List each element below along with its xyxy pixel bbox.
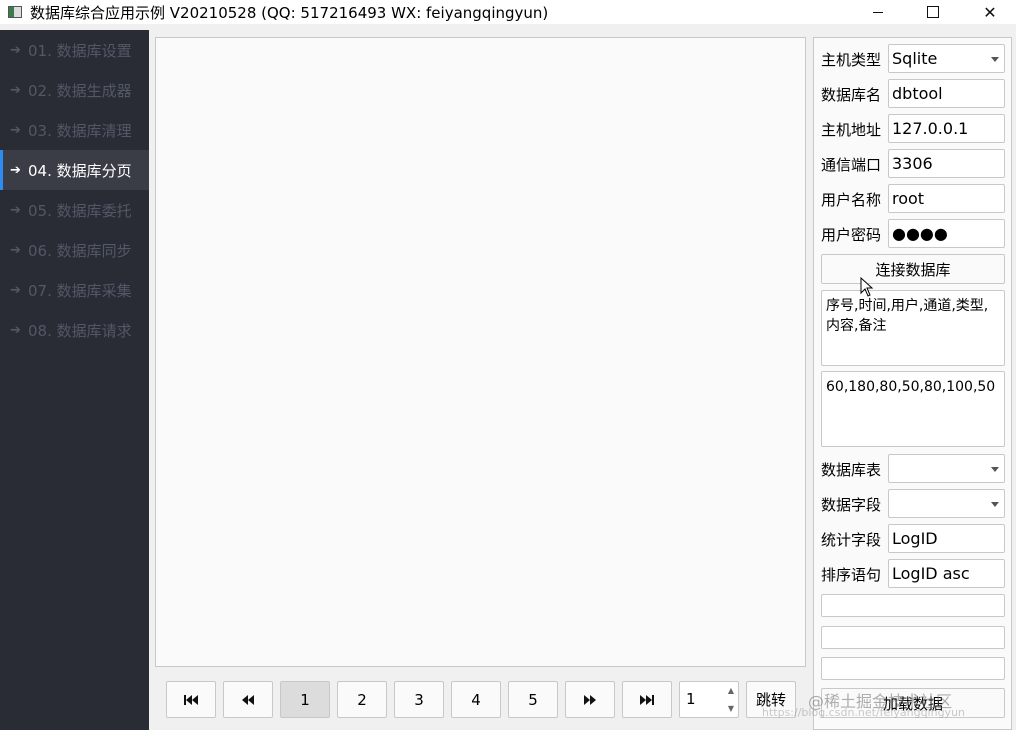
host-type-label: 主机类型	[821, 51, 882, 69]
first-page-button[interactable]	[166, 681, 216, 718]
page-button-1[interactable]: 1	[280, 681, 330, 718]
page-button-5[interactable]: 5	[508, 681, 558, 718]
arrow-right-icon: ➔	[10, 202, 21, 218]
port-label: 通信端口	[821, 156, 882, 174]
watermark-text: @稀土掘金技术社区	[808, 692, 953, 711]
previous-page-button[interactable]	[223, 681, 273, 718]
sidebar-item-database-paging[interactable]: ➔ 04. 数据库分页	[0, 150, 149, 190]
port-input[interactable]: 3306	[888, 149, 1005, 178]
sidebar-item-label: 06. 数据库同步	[28, 241, 132, 260]
page-jump-value: 1	[686, 690, 696, 708]
db-name-input[interactable]: dbtool	[888, 79, 1005, 108]
arrow-right-icon: ➔	[10, 122, 21, 138]
next-page-icon	[584, 694, 596, 705]
spin-down-icon[interactable]: ▼	[728, 704, 734, 713]
arrow-right-icon: ➔	[10, 42, 21, 58]
order-input[interactable]: LogID asc	[888, 559, 1005, 588]
username-input[interactable]: root	[888, 184, 1005, 213]
first-page-icon	[184, 694, 198, 705]
host-address-label: 主机地址	[821, 121, 882, 139]
extra-input-3[interactable]	[821, 657, 1005, 680]
host-address-input[interactable]: 127.0.0.1	[888, 114, 1005, 143]
column-names-textarea[interactable]: 序号,时间,用户,通道,类型,内容,备注	[821, 290, 1005, 366]
sidebar-item-database-cleanup[interactable]: ➔ 03. 数据库清理	[0, 110, 149, 150]
page-button-4[interactable]: 4	[451, 681, 501, 718]
page-button-2[interactable]: 2	[337, 681, 387, 718]
extra-input-1[interactable]	[821, 594, 1005, 617]
host-type-value: Sqlite	[892, 49, 938, 68]
sidebar-item-database-request[interactable]: ➔ 08. 数据库请求	[0, 310, 149, 350]
page-button-3[interactable]: 3	[394, 681, 444, 718]
minimize-button[interactable]	[855, 0, 901, 24]
sidebar-item-label: 02. 数据生成器	[28, 81, 132, 100]
field-select[interactable]	[888, 489, 1005, 518]
page-jump-spinbox[interactable]: 1 ▲ ▼	[679, 681, 739, 718]
data-table-view[interactable]	[155, 37, 806, 667]
close-button[interactable]: ✕	[967, 0, 1013, 24]
window-title: 数据库综合应用示例 V20210528 (QQ: 517216493 WX: f…	[30, 3, 549, 22]
sidebar-item-database-sync[interactable]: ➔ 06. 数据库同步	[0, 230, 149, 270]
mouse-cursor-icon	[860, 277, 874, 297]
app-icon	[8, 6, 22, 18]
host-type-select[interactable]: Sqlite	[888, 44, 1005, 73]
arrow-right-icon: ➔	[10, 282, 21, 298]
arrow-right-icon: ➔	[10, 242, 21, 258]
sidebar-item-label: 08. 数据库请求	[28, 321, 132, 340]
arrow-right-icon: ➔	[10, 162, 21, 178]
sidebar-item-data-generator[interactable]: ➔ 02. 数据生成器	[0, 70, 149, 110]
last-page-button[interactable]	[622, 681, 672, 718]
sidebar-item-label: 01. 数据库设置	[28, 41, 132, 60]
sidebar-item-database-delegate[interactable]: ➔ 05. 数据库委托	[0, 190, 149, 230]
table-label: 数据库表	[821, 461, 882, 479]
column-widths-textarea[interactable]: 60,180,80,50,80,100,50	[821, 371, 1005, 447]
arrow-right-icon: ➔	[10, 322, 21, 338]
count-field-label: 统计字段	[821, 531, 882, 549]
sidebar-nav: ➔ 01. 数据库设置 ➔ 02. 数据生成器 ➔ 03. 数据库清理 ➔ 04…	[0, 30, 149, 730]
field-label: 数据字段	[821, 496, 882, 514]
maximize-button[interactable]	[910, 0, 956, 24]
username-label: 用户名称	[821, 191, 882, 209]
arrow-right-icon: ➔	[10, 82, 21, 98]
table-select[interactable]	[888, 454, 1005, 483]
last-page-icon	[640, 694, 654, 705]
sidebar-item-label: 07. 数据库采集	[28, 281, 132, 300]
count-field-input[interactable]: LogID	[888, 524, 1005, 553]
connect-database-button[interactable]: 连接数据库	[821, 254, 1005, 284]
db-name-label: 数据库名	[821, 86, 882, 104]
password-label: 用户密码	[821, 226, 882, 244]
extra-input-2[interactable]	[821, 626, 1005, 649]
order-label: 排序语句	[821, 566, 882, 584]
sidebar-item-database-settings[interactable]: ➔ 01. 数据库设置	[0, 30, 149, 70]
sidebar-item-label: 04. 数据库分页	[28, 161, 132, 180]
next-page-button[interactable]	[565, 681, 615, 718]
sidebar-item-database-collect[interactable]: ➔ 07. 数据库采集	[0, 270, 149, 310]
sidebar-item-label: 05. 数据库委托	[28, 201, 132, 220]
spin-up-icon[interactable]: ▲	[728, 686, 734, 695]
password-input[interactable]: ●●●●	[888, 219, 1005, 248]
previous-page-icon	[242, 694, 254, 705]
sidebar-item-label: 03. 数据库清理	[28, 121, 132, 140]
